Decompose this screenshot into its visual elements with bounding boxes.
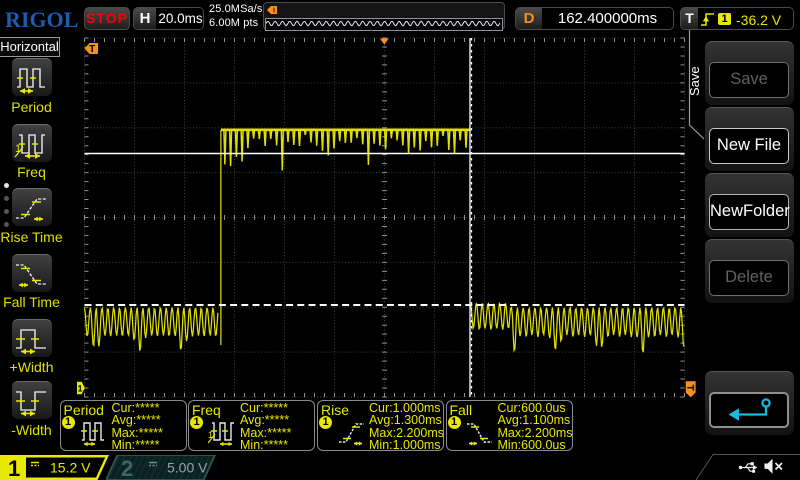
svg-text:1: 1	[208, 430, 213, 440]
svg-text:1: 1	[77, 383, 82, 393]
svg-text:T: T	[89, 44, 95, 55]
svg-text:2: 2	[121, 456, 133, 480]
svg-text:5.00 V: 5.00 V	[167, 460, 208, 476]
svg-text:15.2 V: 15.2 V	[50, 460, 91, 476]
svg-text:1: 1	[8, 456, 20, 480]
